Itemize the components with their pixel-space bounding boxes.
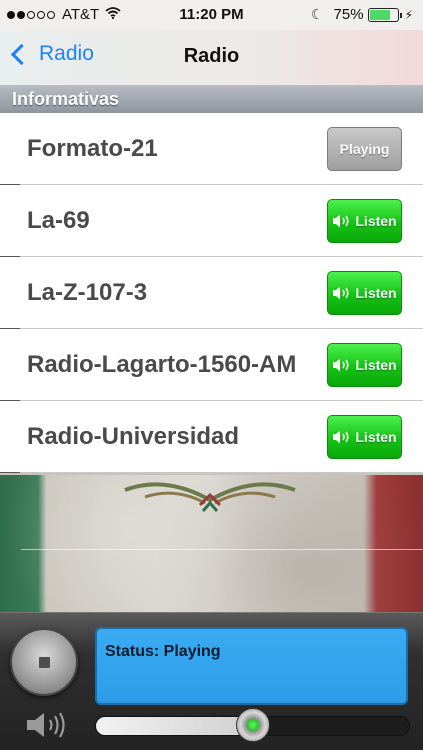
listen-button[interactable]: Listen (327, 415, 402, 459)
station-row[interactable]: La-69 Listen (0, 185, 423, 257)
listen-button[interactable]: Listen (327, 199, 402, 243)
page-title: Radio (183, 45, 240, 67)
volume-slider[interactable] (95, 708, 410, 742)
stop-icon (39, 657, 50, 668)
station-row[interactable]: La-Z-107-3 Listen (0, 257, 423, 329)
player-panel: Status: Playing (0, 612, 423, 750)
listen-button-label: Listen (355, 285, 397, 301)
station-name: Radio-Universidad (27, 423, 240, 450)
station-row[interactable]: Formato-21 Playing (0, 113, 423, 185)
listen-button[interactable]: Listen (327, 343, 402, 387)
battery-fill (369, 9, 390, 20)
speaker-icon (25, 711, 71, 744)
status-right: ☾ 75% ⚡ (311, 6, 413, 23)
station-name: Radio-Lagarto-1560-AM (27, 351, 297, 378)
listen-button-label: Listen (355, 213, 397, 229)
station-name: La-Z-107-3 (27, 279, 148, 306)
volume-slider-knob[interactable] (235, 708, 270, 742)
speaker-icon (332, 429, 352, 445)
battery-percent: 75% (333, 6, 364, 23)
status-bar: AT&T 11:20 PM ☾ 75% ⚡ (0, 0, 423, 30)
moon-icon: ☾ (310, 6, 324, 22)
station-name: Formato-21 (27, 135, 158, 162)
station-row[interactable]: Radio-Universidad Listen (0, 401, 423, 473)
eagle-emblem-icon (124, 482, 296, 512)
navigation-bar: Radio Radio (0, 30, 423, 86)
flag-background (0, 475, 423, 612)
battery-icon (367, 7, 402, 22)
listen-button-label: Listen (355, 357, 397, 373)
speaker-icon (332, 357, 352, 373)
playing-button-label: Playing (339, 141, 390, 157)
status-text: Status: Playing (105, 643, 221, 660)
battery-nub (399, 12, 402, 18)
speaker-icon (332, 285, 352, 301)
station-row[interactable]: Radio-Lagarto-1560-AM Listen (0, 329, 423, 401)
listen-button[interactable]: Listen (327, 271, 402, 315)
speaker-icon (332, 213, 352, 229)
section-header: Informativas (0, 85, 423, 113)
bolt-icon: ⚡ (404, 7, 413, 22)
divider (21, 549, 423, 550)
listen-button-label: Listen (355, 429, 397, 445)
playing-button[interactable]: Playing (327, 127, 402, 171)
station-name: La-69 (27, 207, 90, 234)
status-display: Status: Playing (95, 627, 408, 705)
station-list: Formato-21 Playing La-69 Listen La-Z-107… (0, 113, 423, 473)
stop-button[interactable] (10, 628, 78, 696)
